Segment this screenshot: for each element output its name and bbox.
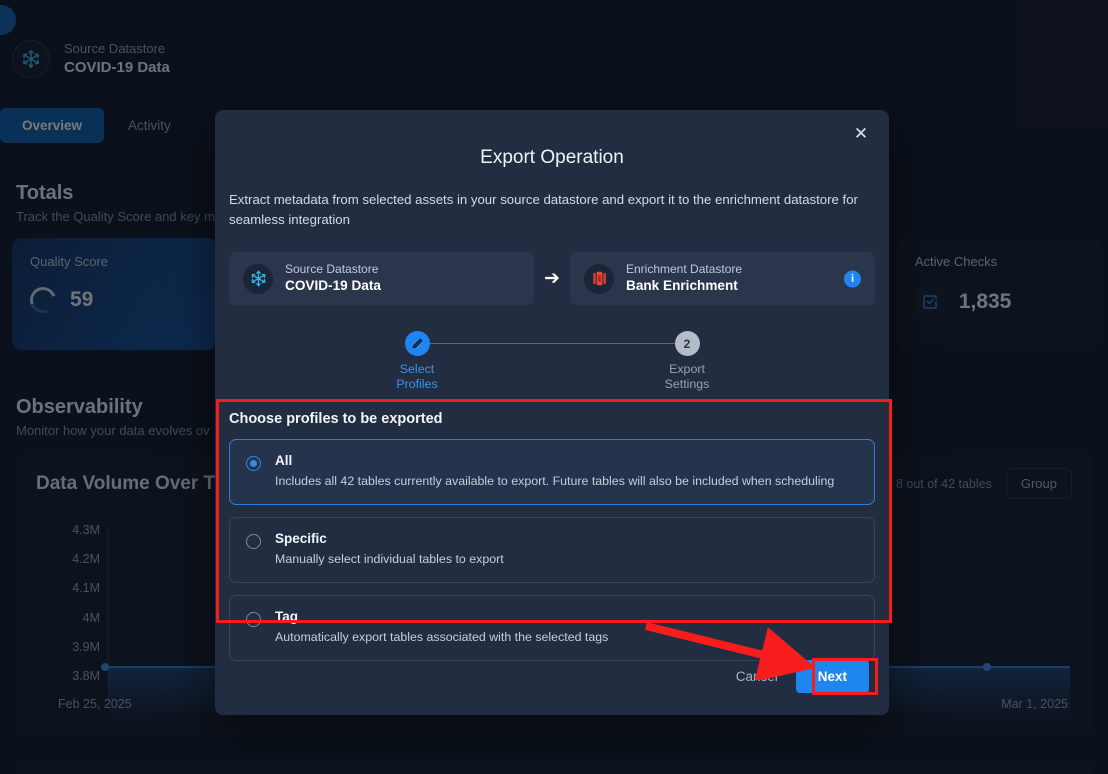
choose-profiles-heading: Choose profiles to be exported (229, 411, 443, 427)
step2-number: 2 (674, 331, 700, 356)
profile-option-all[interactable]: All Includes all 42 tables currently ava… (229, 439, 875, 505)
option-tag-desc: Automatically export tables associated w… (275, 630, 609, 644)
step2-line1: Export (669, 362, 705, 376)
step1-line2: Profiles (396, 377, 438, 391)
option-tag-title: Tag (275, 609, 298, 624)
radio-all[interactable] (246, 456, 261, 471)
modal-footer: Cancel Next (736, 660, 869, 693)
profile-option-specific[interactable]: Specific Manually select individual tabl… (229, 517, 875, 583)
datastore-flow-row: Source Datastore COVID-19 Data ➔ Enrichm… (229, 252, 875, 305)
source-datastore-label: Source Datastore (285, 262, 379, 276)
modal-description: Extract metadata from selected assets in… (229, 192, 858, 227)
step1-line1: Select (399, 362, 435, 376)
option-all-title: All (275, 453, 293, 468)
choose-profiles-section: Choose profiles to be exported All Inclu… (229, 411, 875, 661)
radio-specific[interactable] (246, 534, 261, 549)
modal-title: Export Operation (480, 147, 624, 168)
wizard-stepper: Select Profiles 2 Export Settings (352, 331, 752, 399)
source-datastore-name: COVID-19 Data (285, 278, 381, 293)
option-specific-title: Specific (275, 531, 327, 546)
step-export-settings[interactable]: 2 Export Settings (622, 331, 752, 392)
source-datastore-card[interactable]: Source Datastore COVID-19 Data (229, 252, 534, 305)
app-root: Source Datastore COVID-19 Data Overview … (0, 0, 1108, 774)
snowflake-icon (243, 263, 273, 294)
option-all-desc: Includes all 42 tables currently availab… (275, 474, 835, 488)
pencil-icon (404, 331, 430, 356)
step2-line2: Settings (664, 377, 710, 391)
option-specific-desc: Manually select individual tables to exp… (275, 552, 504, 566)
enrichment-datastore-card[interactable]: Enrichment Datastore Bank Enrichment i (570, 252, 875, 305)
info-icon[interactable]: i (844, 270, 861, 287)
enrichment-datastore-label: Enrichment Datastore (626, 262, 743, 276)
database-icon (584, 263, 614, 294)
export-operation-modal: ✕ Export Operation Extract metadata from… (215, 110, 889, 715)
cancel-button[interactable]: Cancel (736, 669, 778, 684)
radio-tag[interactable] (246, 612, 261, 627)
step-select-profiles[interactable]: Select Profiles (352, 331, 482, 392)
close-icon[interactable]: ✕ (847, 120, 875, 148)
arrow-right-icon: ➔ (544, 268, 560, 289)
next-button[interactable]: Next (795, 660, 869, 693)
profile-option-tag[interactable]: Tag Automatically export tables associat… (229, 595, 875, 661)
enrichment-datastore-name: Bank Enrichment (626, 278, 738, 293)
